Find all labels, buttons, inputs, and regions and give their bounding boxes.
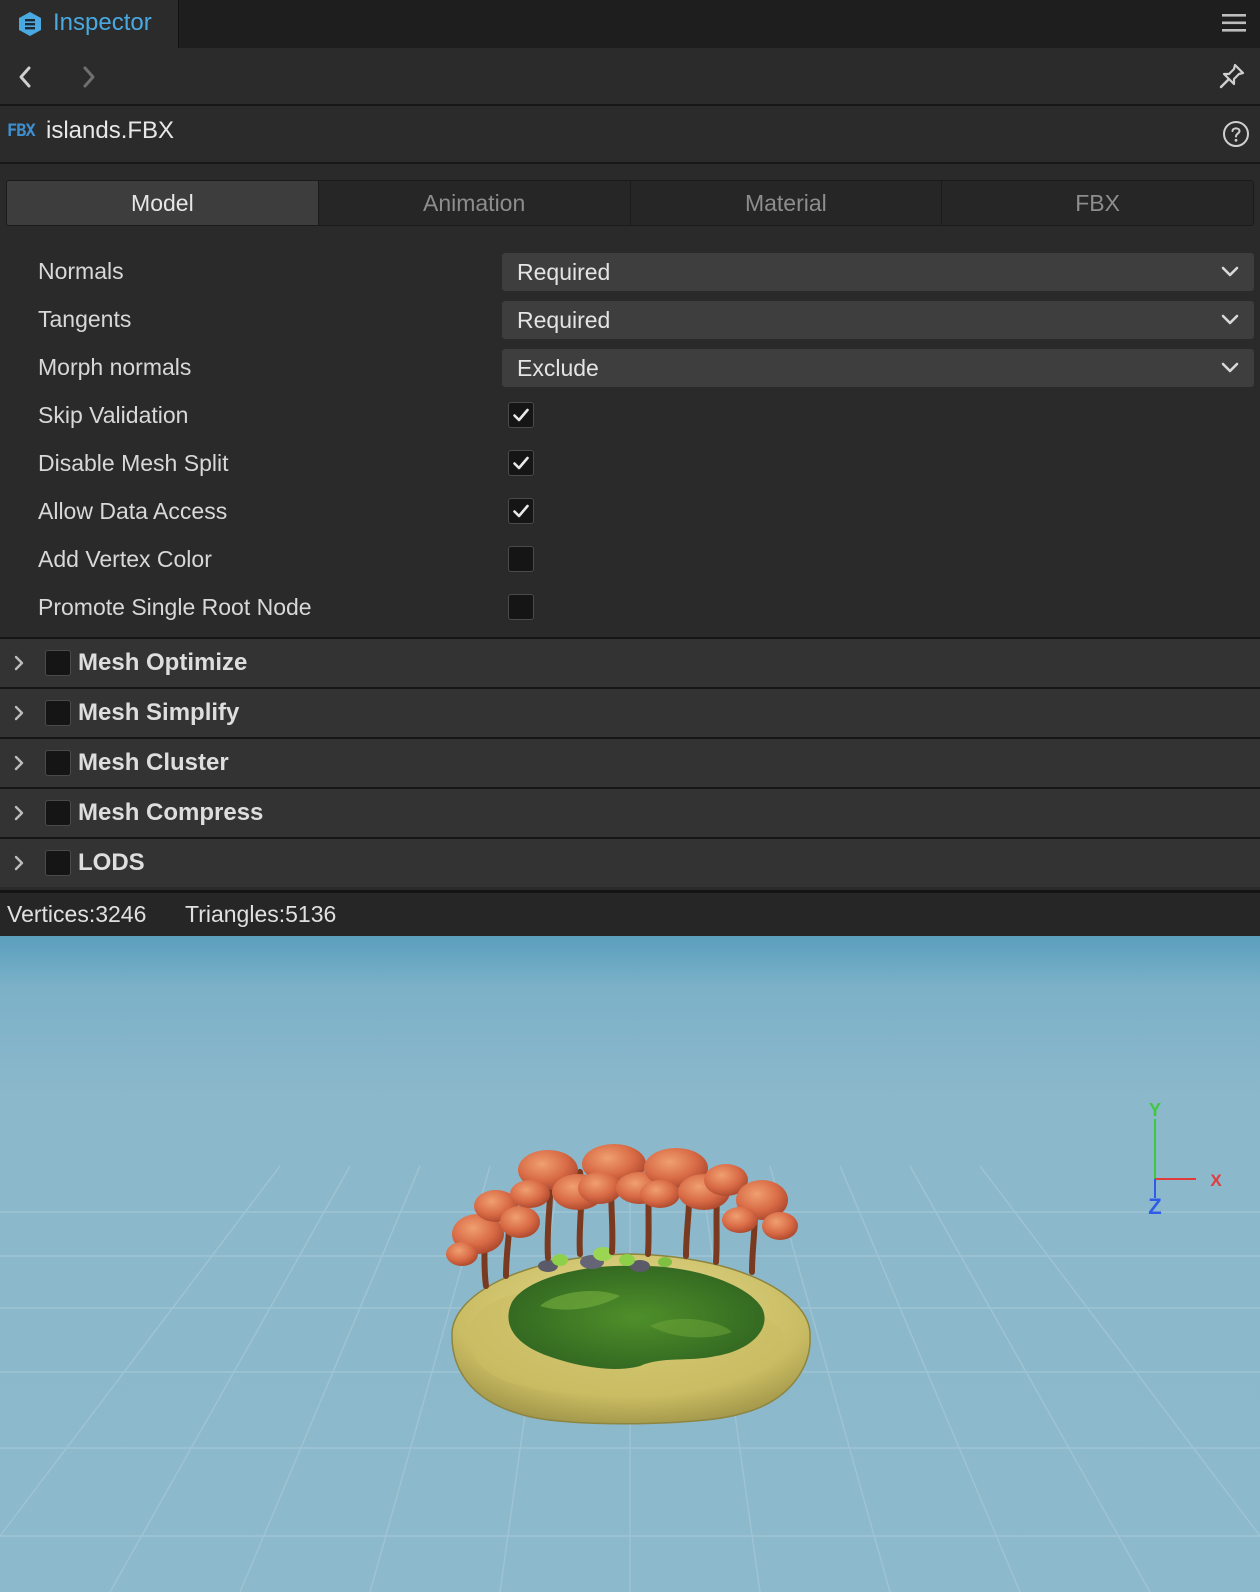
hamburger-menu-icon[interactable] bbox=[1222, 12, 1246, 34]
section-title: Mesh Simplify bbox=[78, 699, 240, 726]
tangents-value: Required bbox=[517, 307, 611, 333]
skip-validation-row: Skip Validation bbox=[0, 394, 1260, 438]
chevron-right-icon bbox=[14, 655, 24, 671]
section-mesh-compress[interactable]: Mesh Compress bbox=[0, 787, 1260, 837]
mesh-stats-bar: Vertices:3246 Triangles:5136 bbox=[0, 890, 1260, 939]
inspector-tab[interactable]: Inspector bbox=[0, 0, 179, 48]
help-icon[interactable] bbox=[1222, 120, 1250, 148]
add-vertex-color-row: Add Vertex Color bbox=[0, 538, 1260, 582]
tangents-label: Tangents bbox=[38, 306, 132, 332]
normals-label: Normals bbox=[38, 258, 124, 284]
chevron-right-icon bbox=[14, 755, 24, 771]
tab-animation[interactable]: Animation bbox=[317, 181, 630, 225]
chevron-right-icon bbox=[14, 705, 24, 721]
disable-mesh-split-label: Disable Mesh Split bbox=[38, 450, 229, 476]
section-title: LODS bbox=[78, 849, 145, 876]
normals-row: Normals Required bbox=[0, 250, 1260, 294]
mesh-compress-checkbox[interactable] bbox=[45, 800, 71, 826]
morph-normals-value: Exclude bbox=[517, 355, 599, 381]
vertices-count: Vertices:3246 bbox=[7, 901, 147, 927]
panel-titlebar: Inspector bbox=[0, 0, 1260, 49]
checkmark-icon bbox=[513, 456, 529, 470]
allow-data-access-checkbox[interactable] bbox=[508, 498, 534, 524]
checkmark-icon bbox=[513, 408, 529, 422]
morph-normals-select[interactable]: Exclude bbox=[502, 349, 1254, 387]
chevron-right-icon bbox=[14, 855, 24, 871]
mesh-cluster-checkbox[interactable] bbox=[45, 750, 71, 776]
skip-validation-checkbox[interactable] bbox=[508, 402, 534, 428]
tab-model[interactable]: Model bbox=[7, 181, 318, 225]
preview-scene: Y X Z bbox=[0, 936, 1260, 1592]
section-lods[interactable]: LODS bbox=[0, 837, 1260, 887]
section-mesh-cluster[interactable]: Mesh Cluster bbox=[0, 737, 1260, 787]
navigation-bar bbox=[0, 48, 1260, 106]
axis-y-label: Y bbox=[1149, 1100, 1161, 1120]
allow-data-access-row: Allow Data Access bbox=[0, 490, 1260, 534]
section-mesh-simplify[interactable]: Mesh Simplify bbox=[0, 687, 1260, 737]
mesh-optimize-checkbox[interactable] bbox=[45, 650, 71, 676]
section-title: Mesh Optimize bbox=[78, 649, 248, 676]
section-mesh-optimize[interactable]: Mesh Optimize bbox=[0, 637, 1260, 687]
fbx-file-icon: FBX bbox=[7, 121, 36, 141]
lods-checkbox[interactable] bbox=[45, 850, 71, 876]
panel-title: Inspector bbox=[53, 9, 152, 36]
axis-z-label: Z bbox=[1148, 1194, 1161, 1219]
morph-normals-label: Morph normals bbox=[38, 354, 192, 380]
add-vertex-color-checkbox[interactable] bbox=[508, 546, 534, 572]
model-preview-viewport[interactable]: Y X Z bbox=[0, 936, 1260, 1592]
promote-single-root-node-checkbox[interactable] bbox=[508, 594, 534, 620]
disable-mesh-split-row: Disable Mesh Split bbox=[0, 442, 1260, 486]
skip-validation-label: Skip Validation bbox=[38, 402, 189, 428]
disable-mesh-split-checkbox[interactable] bbox=[508, 450, 534, 476]
inspector-icon bbox=[19, 12, 41, 36]
back-arrow-icon[interactable] bbox=[14, 62, 36, 92]
normals-value: Required bbox=[517, 259, 611, 285]
chevron-down-icon bbox=[1221, 314, 1239, 325]
promote-single-root-node-label: Promote Single Root Node bbox=[38, 594, 312, 620]
tangents-row: Tangents Required bbox=[0, 298, 1260, 342]
triangles-count: Triangles:5136 bbox=[185, 901, 337, 927]
checkmark-icon bbox=[513, 504, 529, 518]
allow-data-access-label: Allow Data Access bbox=[38, 498, 228, 524]
section-title: Mesh Compress bbox=[78, 799, 264, 826]
normals-select[interactable]: Required bbox=[502, 253, 1254, 291]
asset-header bbox=[0, 106, 1260, 164]
axis-x-label: X bbox=[1210, 1171, 1222, 1190]
pin-icon[interactable] bbox=[1218, 62, 1246, 90]
chevron-right-icon bbox=[14, 805, 24, 821]
chevron-down-icon bbox=[1221, 266, 1239, 277]
morph-normals-row: Morph normals Exclude bbox=[0, 346, 1260, 390]
tangents-select[interactable]: Required bbox=[502, 301, 1254, 339]
add-vertex-color-label: Add Vertex Color bbox=[38, 546, 212, 572]
mesh-simplify-checkbox[interactable] bbox=[45, 700, 71, 726]
asset-file-name: islands.FBX bbox=[46, 117, 175, 144]
tab-fbx[interactable]: FBX bbox=[941, 181, 1253, 225]
tab-material[interactable]: Material bbox=[629, 181, 942, 225]
promote-single-root-node-row: Promote Single Root Node bbox=[0, 586, 1260, 630]
importer-tabs: Model Animation Material FBX bbox=[6, 180, 1254, 226]
chevron-down-icon bbox=[1221, 362, 1239, 373]
section-title: Mesh Cluster bbox=[78, 749, 229, 776]
forward-arrow-icon[interactable] bbox=[78, 62, 100, 92]
